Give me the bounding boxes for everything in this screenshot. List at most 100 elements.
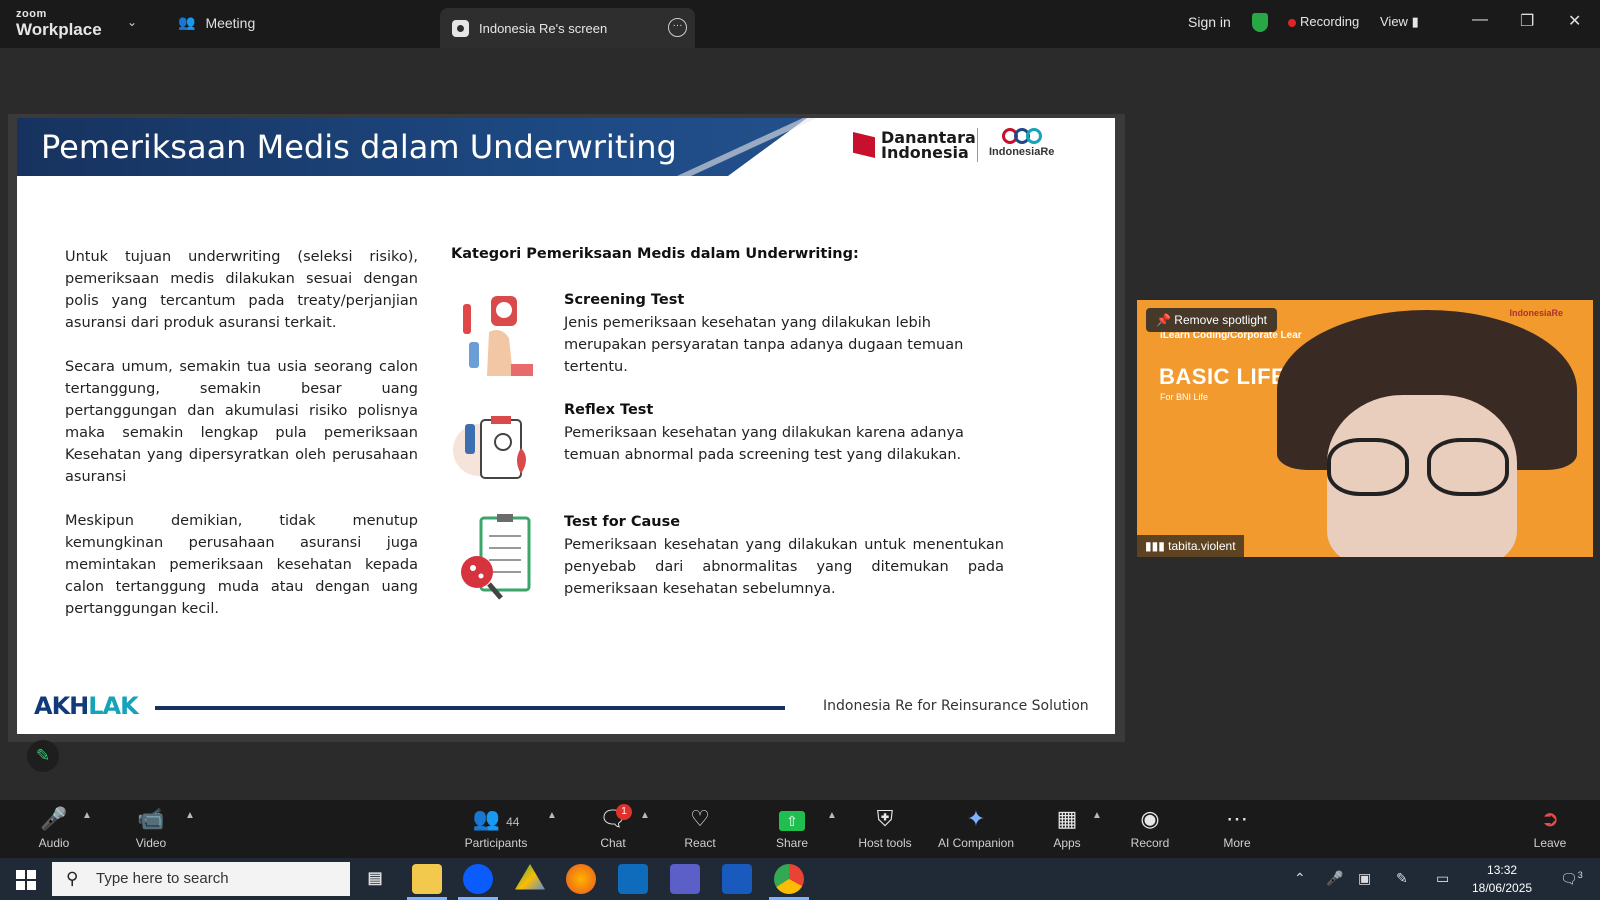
notification-icon[interactable]: 🗨3 xyxy=(1560,870,1583,888)
microphone-tray-icon[interactable]: 🎤 xyxy=(1326,870,1343,887)
close-icon[interactable]: ✕ xyxy=(1568,11,1581,31)
record-button[interactable]: ◉ Record xyxy=(1128,804,1172,850)
reflex-test-icon xyxy=(453,416,526,479)
search-icon: ⚲ xyxy=(66,869,79,888)
sparkle-icon: ✦ xyxy=(966,806,986,831)
glasses-left xyxy=(1327,438,1409,496)
video-options-caret-icon[interactable]: ▲ xyxy=(185,810,195,821)
paragraph: Untuk tujuan underwriting (seleksi risik… xyxy=(65,249,418,331)
annotate-pencil-icon[interactable]: ✎ xyxy=(27,740,59,772)
danantara-mark-icon xyxy=(853,132,875,158)
paragraph: Meskipun demikian, tidak menutup kemungk… xyxy=(65,513,418,617)
record-icon: ◉ xyxy=(1140,806,1160,831)
word-icon[interactable] xyxy=(722,864,752,894)
item-title: Screening Test xyxy=(564,292,685,308)
video-bg-caption: For BNI Life xyxy=(1160,392,1209,402)
indonesiare-logo: IndonesiaRe xyxy=(989,128,1054,158)
more-button[interactable]: ⋯ More xyxy=(1220,804,1254,850)
ai-companion-button[interactable]: ✦ AI Companion xyxy=(935,804,1017,850)
search-placeholder: Type here to search xyxy=(96,870,229,887)
more-options-icon[interactable]: ··· xyxy=(668,18,687,37)
host-tools-button[interactable]: ⛨ Host tools xyxy=(852,804,918,850)
react-label: React xyxy=(684,836,716,850)
item-title: Test for Cause xyxy=(564,514,681,530)
react-button[interactable]: ♡ React xyxy=(682,804,718,850)
video-label: Video xyxy=(135,836,167,850)
ai-companion-label: AI Companion xyxy=(937,836,1015,850)
teams-icon[interactable] xyxy=(670,864,700,894)
test-for-cause-icon xyxy=(461,514,531,600)
chat-label: Chat xyxy=(600,836,626,850)
windows-start-icon[interactable] xyxy=(16,870,36,890)
chat-caret-icon[interactable]: ▲ xyxy=(640,810,650,821)
spotlight-video-tile[interactable]: BASIC LIFE AND iLearn Coding/Corporate L… xyxy=(1137,300,1593,557)
leave-button[interactable]: ➲ Leave xyxy=(1530,804,1570,850)
participants-caret-icon[interactable]: ▲ xyxy=(547,810,557,821)
google-drive-icon[interactable] xyxy=(515,864,545,890)
file-explorer-icon[interactable] xyxy=(412,864,442,894)
view-menu-button[interactable]: View ▮ xyxy=(1380,14,1419,30)
akhlak-logo-a: AKH xyxy=(34,692,89,720)
pen-tray-icon[interactable]: ✎ xyxy=(1396,870,1408,887)
more-label: More xyxy=(1223,836,1251,850)
tray-chevron-icon[interactable]: ⌃ xyxy=(1294,870,1306,887)
chrome-icon[interactable] xyxy=(774,864,804,894)
display-tray-icon[interactable]: ▭ xyxy=(1436,870,1449,887)
reflex-test-item: Reflex Test Pemeriksaan kesehatan yang d… xyxy=(451,402,1011,502)
sign-in-link[interactable]: Sign in xyxy=(1188,14,1231,30)
akhlak-logo: AKHLAK xyxy=(34,692,139,720)
audio-button[interactable]: 🎤 Audio xyxy=(36,804,72,850)
outlook-icon[interactable] xyxy=(618,864,648,894)
recording-indicator[interactable]: Recording xyxy=(1300,14,1359,29)
security-shield-icon[interactable] xyxy=(1252,13,1268,32)
share-button[interactable]: ⇧ Share xyxy=(772,804,812,850)
audio-options-caret-icon[interactable]: ▲ xyxy=(82,810,92,821)
category-heading: Kategori Pemeriksaan Medis dalam Underwr… xyxy=(451,246,859,262)
footer-divider xyxy=(155,706,785,710)
danantara-logo-text: Danantara Indonesia xyxy=(881,128,976,162)
footer-tagline: Indonesia Re for Reinsurance Solution xyxy=(823,698,1089,714)
apps-caret-icon[interactable]: ▲ xyxy=(1092,810,1102,821)
network-tray-icon[interactable]: ▣ xyxy=(1358,870,1371,887)
tab-shared-screen[interactable]: Indonesia Re's screen ··· xyxy=(440,8,695,48)
heart-icon: ♡ xyxy=(690,806,710,831)
share-tab-label: Indonesia Re's screen xyxy=(479,20,608,36)
video-bg-logo: IndonesiaRe xyxy=(1509,308,1563,318)
logo-divider xyxy=(977,128,978,162)
glasses-right xyxy=(1427,438,1509,496)
taskbar-search-input[interactable]: ⚲ Type here to search xyxy=(52,862,350,896)
participant-name-tag: ▮▮▮ tabita.violent xyxy=(1137,535,1244,557)
zoom-workplace-logo[interactable]: zoom Workplace xyxy=(16,9,102,39)
item-description: Pemeriksaan kesehatan yang dilakukan kar… xyxy=(564,425,964,463)
chat-button[interactable]: 🗨 Chat 1 xyxy=(596,804,632,850)
leave-icon: ➲ xyxy=(1540,806,1560,831)
audio-label: Audio xyxy=(38,836,70,850)
shield-icon: ⛨ xyxy=(876,806,894,831)
screen-share-icon xyxy=(452,19,469,37)
video-button[interactable]: 📹 Video xyxy=(131,804,171,850)
leave-label: Leave xyxy=(1533,836,1567,850)
intro-text: Untuk tujuan underwriting (seleksi risik… xyxy=(65,246,418,642)
share-caret-icon[interactable]: ▲ xyxy=(827,810,837,821)
zoom-app-icon[interactable] xyxy=(463,864,493,894)
apps-button[interactable]: ▦ Apps xyxy=(1050,804,1084,850)
tab-meeting[interactable]: 👥 Meeting xyxy=(178,14,255,31)
firefox-icon[interactable] xyxy=(566,864,596,894)
indonesiare-rings-icon xyxy=(989,128,1054,144)
notification-count: 3 xyxy=(1577,870,1583,880)
minimize-icon[interactable]: — xyxy=(1472,11,1488,29)
taskbar-clock[interactable]: 13:32 18/06/2025 xyxy=(1472,861,1532,897)
participants-button[interactable]: 👥 44 Participants xyxy=(460,804,532,850)
test-for-cause-item: Test for Cause Pemeriksaan kesehatan yan… xyxy=(451,514,1011,614)
chevron-down-icon[interactable]: ⌄ xyxy=(127,15,137,29)
screening-test-icon xyxy=(463,296,533,376)
restore-icon[interactable]: ❐ xyxy=(1520,11,1534,31)
view-label: View xyxy=(1380,14,1408,29)
share-screen-icon: ⇧ xyxy=(772,804,812,834)
zoom-title-bar: zoom Workplace ⌄ 👥 Meeting Indonesia Re'… xyxy=(0,0,1600,48)
meeting-tab-label: Meeting xyxy=(205,14,256,31)
remove-spotlight-button[interactable]: 📌 Remove spotlight xyxy=(1146,308,1277,332)
danantara-logo: Danantara Indonesia xyxy=(853,128,991,162)
task-view-icon[interactable]: ▤ xyxy=(360,864,390,894)
participants-icon: 👥 44 xyxy=(472,806,520,831)
